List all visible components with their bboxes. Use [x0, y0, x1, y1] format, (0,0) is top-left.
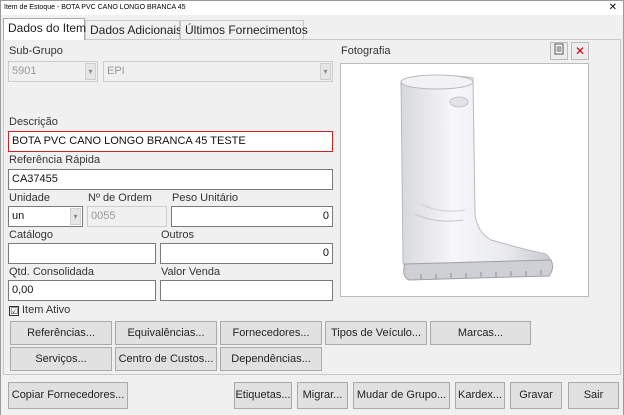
centro-custos-button[interactable]: Centro de Custos...: [115, 347, 217, 371]
subgrupo-name-value: EPI: [107, 65, 125, 77]
outros-field[interactable]: 0: [160, 243, 333, 264]
sair-button[interactable]: Sair: [568, 382, 619, 409]
kardex-button[interactable]: Kardex...: [455, 382, 505, 409]
title-bar: Item de Estoque - BOTA PVC CANO LONGO BR…: [1, 1, 623, 15]
tab-ultimos-fornecimentos[interactable]: Últimos Fornecimentos: [180, 20, 308, 39]
qtd-field: 0,00: [8, 280, 156, 301]
valor-venda-field[interactable]: [160, 280, 333, 301]
fotografia-label: Fotografia: [341, 45, 391, 57]
referencia-label: Referência Rápida: [9, 154, 101, 166]
peso-field[interactable]: 0: [171, 206, 333, 227]
referencias-button[interactable]: Referências...: [10, 321, 112, 345]
tab-dados-do-item[interactable]: Dados do Item: [3, 18, 86, 40]
boot-image: [341, 64, 588, 296]
qtd-label: Qtd. Consolidada: [9, 266, 94, 278]
tipos-veiculo-button[interactable]: Tipos de Veículo...: [325, 321, 427, 345]
window-title: Item de Estoque - BOTA PVC CANO LONGO BR…: [4, 4, 186, 11]
fornecedores-button[interactable]: Fornecedores...: [220, 321, 322, 345]
save-photo-icon[interactable]: [550, 42, 568, 60]
tab-dados-adicionais[interactable]: Dados Adicionais: [85, 20, 182, 39]
outros-label: Outros: [161, 229, 195, 241]
document-icon: [554, 43, 564, 55]
catalogo-label: Catálogo: [9, 229, 54, 241]
referencia-field[interactable]: CA37455: [8, 169, 333, 190]
unidade-select[interactable]: un ▾: [8, 206, 83, 227]
equivalencias-button[interactable]: Equivalências...: [115, 321, 217, 345]
dependencias-button[interactable]: Dependências...: [220, 347, 322, 371]
descricao-field[interactable]: BOTA PVC CANO LONGO BRANCA 45 TESTE: [8, 131, 333, 152]
subgrupo-label: Sub-Grupo: [9, 45, 63, 57]
peso-label: Peso Unitário: [172, 192, 239, 204]
subgrupo-code-value: 5901: [12, 65, 37, 77]
delete-photo-icon[interactable]: ✕: [571, 42, 589, 60]
item-ativo-label: Item Ativo: [22, 304, 71, 316]
migrar-button[interactable]: Migrar...: [297, 382, 348, 409]
ordem-label: Nº de Ordem: [88, 192, 152, 204]
servicos-button[interactable]: Serviços...: [10, 347, 112, 371]
subgrupo-name-select[interactable]: EPI ▾: [103, 61, 333, 82]
subgrupo-code-select[interactable]: 5901 ▾: [8, 61, 98, 82]
catalogo-field[interactable]: [8, 243, 156, 264]
descricao-label: Descrição: [9, 116, 58, 128]
valor-label: Valor Venda: [161, 266, 221, 278]
gravar-button[interactable]: Gravar: [510, 382, 562, 409]
unidade-label: Unidade: [9, 192, 50, 204]
mudar-grupo-button[interactable]: Mudar de Grupo...: [353, 382, 450, 409]
chevron-down-icon[interactable]: ▾: [320, 63, 331, 80]
etiquetas-button[interactable]: Etiquetas...: [234, 382, 292, 409]
unidade-value: un: [12, 210, 25, 222]
item-estoque-window: Item de Estoque - BOTA PVC CANO LONGO BR…: [0, 0, 624, 415]
item-ativo-checkbox[interactable]: ☑: [9, 306, 19, 316]
close-icon[interactable]: ✕: [609, 1, 617, 15]
chevron-down-icon[interactable]: ▾: [70, 208, 81, 225]
ordem-field: 0055: [87, 206, 167, 227]
copiar-fornecedores-button[interactable]: Copiar Fornecedores...: [8, 382, 128, 409]
product-photo: [340, 63, 589, 297]
marcas-button[interactable]: Marcas...: [430, 321, 531, 345]
chevron-down-icon[interactable]: ▾: [85, 63, 96, 80]
